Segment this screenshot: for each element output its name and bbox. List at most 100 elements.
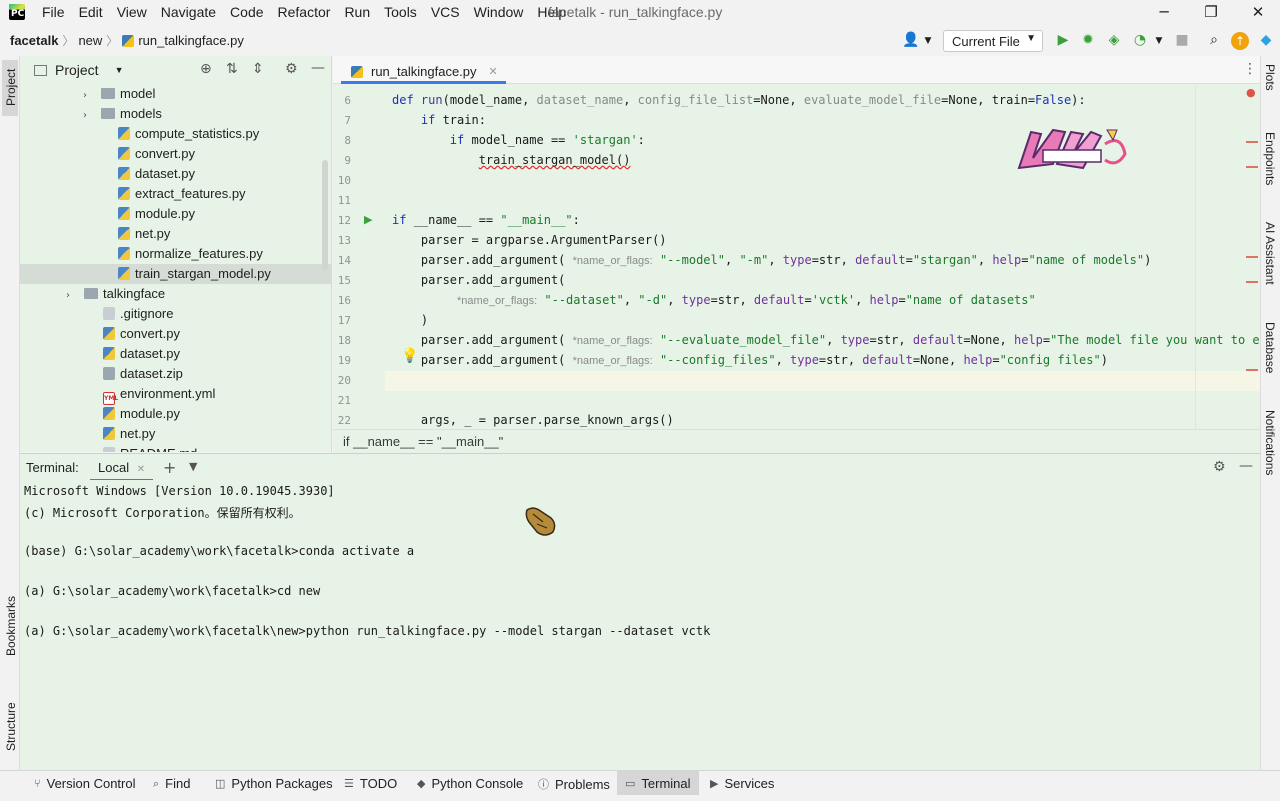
chevron-down-icon[interactable]: ▼ [919, 36, 937, 54]
code-breadcrumb[interactable]: if __name__ == "__main__" [333, 429, 1260, 453]
add-terminal-icon[interactable]: + [163, 458, 176, 477]
terminal-output[interactable]: Microsoft Windows [Version 10.0.19045.39… [20, 480, 1260, 770]
more-icon[interactable]: ⋮ [1243, 61, 1257, 77]
close-icon[interactable]: ✕ [1248, 3, 1268, 21]
menu-window[interactable]: Window [474, 4, 531, 20]
menu-view[interactable]: View [117, 4, 154, 20]
tool-todo[interactable]: ☰ TODO [344, 776, 397, 791]
breadcrumb-folder[interactable]: new [78, 33, 102, 48]
tab-run-talkingface[interactable]: run_talkingface.py ✕ [341, 56, 506, 84]
chevron-right-icon[interactable]: › [83, 110, 95, 121]
tree-item[interactable]: › models [20, 104, 331, 124]
chevron-down-icon[interactable]: ▼ [1150, 36, 1168, 54]
collapse-all-icon[interactable]: ⇕ [252, 61, 264, 77]
line-number: 17 [337, 314, 351, 327]
tool-problems[interactable]: ⓘ Problems [538, 776, 610, 792]
tool-python-packages[interactable]: ◫ Python Packages [215, 776, 333, 791]
menu-vcs[interactable]: VCS [431, 4, 467, 20]
jetbrains-ai-icon[interactable]: ◆ [1257, 32, 1275, 50]
close-tab-icon[interactable]: ✕ [137, 464, 145, 475]
close-tab-icon[interactable]: ✕ [489, 65, 498, 78]
code-editor[interactable]: 6 7 8 9 10 11 12 13 14 15 16 17 18 19 20 21 22 def run(m… [333, 84, 1260, 429]
zip-file-icon [103, 367, 115, 380]
project-scrollbar[interactable] [322, 160, 328, 270]
search-icon[interactable]: ⌕ [1205, 32, 1223, 50]
update-icon[interactable]: ↑ [1231, 32, 1249, 50]
hide-icon[interactable]: — [311, 60, 325, 76]
tool-terminal[interactable]: ▭ Terminal [617, 771, 699, 796]
database-stripe-label[interactable]: Database [1263, 322, 1277, 373]
tree-item[interactable]: dataset.zip [20, 364, 331, 384]
project-stripe-button[interactable]: Project [2, 60, 18, 116]
tree-item[interactable]: train_stargan_model.py [20, 264, 331, 284]
menu-code[interactable]: Code [230, 4, 270, 20]
stop-icon[interactable]: ■ [1173, 32, 1191, 50]
py-file-icon [103, 327, 115, 340]
tree-item[interactable]: › talkingface [20, 284, 331, 304]
run-config-select[interactable]: Current File ▼ [943, 30, 1043, 52]
tab-terminal-local[interactable]: Local ✕ [90, 454, 154, 481]
ai-assistant-stripe-label[interactable]: AI Assistant [1263, 222, 1277, 285]
tree-item-label: dataset.zip [120, 366, 183, 381]
chevron-down-icon[interactable]: ▼ [189, 460, 197, 473]
tool-find[interactable]: ⌕ Find [153, 776, 190, 791]
chevron-right-icon[interactable]: › [66, 290, 78, 301]
tool-services[interactable]: ▶ Services [710, 776, 774, 791]
bookmarks-stripe-label[interactable]: Bookmarks [4, 596, 18, 656]
expand-all-icon[interactable]: ⇅ [226, 61, 238, 77]
tree-item[interactable]: dataset.py [20, 164, 331, 184]
tree-item[interactable]: module.py [20, 404, 331, 424]
error-stripe[interactable] [1246, 84, 1260, 429]
breadcrumb-file[interactable]: run_talkingface.py [138, 33, 244, 48]
menu-tools[interactable]: Tools [384, 4, 424, 20]
tree-item[interactable]: convert.py [20, 324, 331, 344]
code-line-12: if __name__ == "__main__": [392, 213, 580, 227]
tool-version-control[interactable]: ⑂ Version Control [34, 776, 136, 791]
gear-icon[interactable]: ⚙ [285, 61, 298, 77]
tree-item[interactable]: › model [20, 84, 331, 104]
plots-stripe-label[interactable]: Plots [1263, 64, 1277, 91]
coverage-icon[interactable]: ◈ [1105, 32, 1123, 50]
lightbulb-icon[interactable]: 💡 [401, 348, 418, 364]
terminal-line: (c) Microsoft Corporation。保留所有权利。 [24, 506, 301, 520]
hide-icon[interactable]: — [1239, 458, 1253, 474]
menu-refactor[interactable]: Refactor [278, 4, 338, 20]
tree-item[interactable]: extract_features.py [20, 184, 331, 204]
tree-item-label: train_stargan_model.py [135, 266, 271, 281]
menu-edit[interactable]: Edit [79, 4, 110, 20]
chevron-right-icon[interactable]: › [83, 90, 95, 101]
debug-icon[interactable]: ✹ [1079, 32, 1097, 50]
py-file-icon [118, 127, 130, 140]
restore-icon[interactable]: ❐ [1201, 3, 1221, 21]
tree-item[interactable]: YML environment.yml [20, 384, 331, 405]
run-icon[interactable]: ▶ [1054, 32, 1072, 50]
tree-item-label: dataset.py [120, 346, 180, 361]
minimize-icon[interactable]: ─ [1154, 3, 1174, 21]
gear-icon[interactable]: ⚙ [1213, 459, 1226, 475]
tree-item[interactable]: module.py [20, 204, 331, 224]
structure-stripe-label[interactable]: Structure [4, 702, 18, 751]
tree-item-label: net.py [120, 426, 156, 441]
tool-python-console[interactable]: ◆ Python Console [417, 776, 523, 791]
tree-item[interactable]: normalize_features.py [20, 244, 331, 264]
tree-item[interactable]: compute_statistics.py [20, 124, 331, 144]
tree-item-label: dataset.py [135, 166, 195, 181]
tree-item[interactable]: net.py [20, 224, 331, 244]
menu-run[interactable]: Run [344, 4, 377, 20]
project-title[interactable]: Project ▼ [34, 62, 124, 78]
locate-icon[interactable]: ⊕ [200, 61, 212, 77]
endpoints-stripe-label[interactable]: Endpoints [1263, 132, 1277, 185]
menu-file[interactable]: File [42, 4, 72, 20]
user-icon[interactable]: 👤 [902, 32, 920, 50]
tree-item[interactable]: convert.py [20, 144, 331, 164]
breadcrumb-project[interactable]: facetalk [10, 33, 58, 48]
tree-item[interactable]: .gitignore [20, 304, 331, 324]
run-gutter-icon[interactable]: ▶ [364, 213, 372, 226]
tree-item[interactable]: net.py [20, 424, 331, 444]
project-header: Project ▼ ⊕ ⇅ ⇕ ⚙ — [20, 56, 331, 84]
profile-icon[interactable]: ◔ [1131, 32, 1149, 50]
tree-item[interactable]: dataset.py [20, 344, 331, 364]
notifications-stripe-label[interactable]: Notifications [1263, 410, 1277, 475]
menu-navigate[interactable]: Navigate [161, 4, 223, 20]
tree-item[interactable]: README.md [20, 444, 331, 452]
